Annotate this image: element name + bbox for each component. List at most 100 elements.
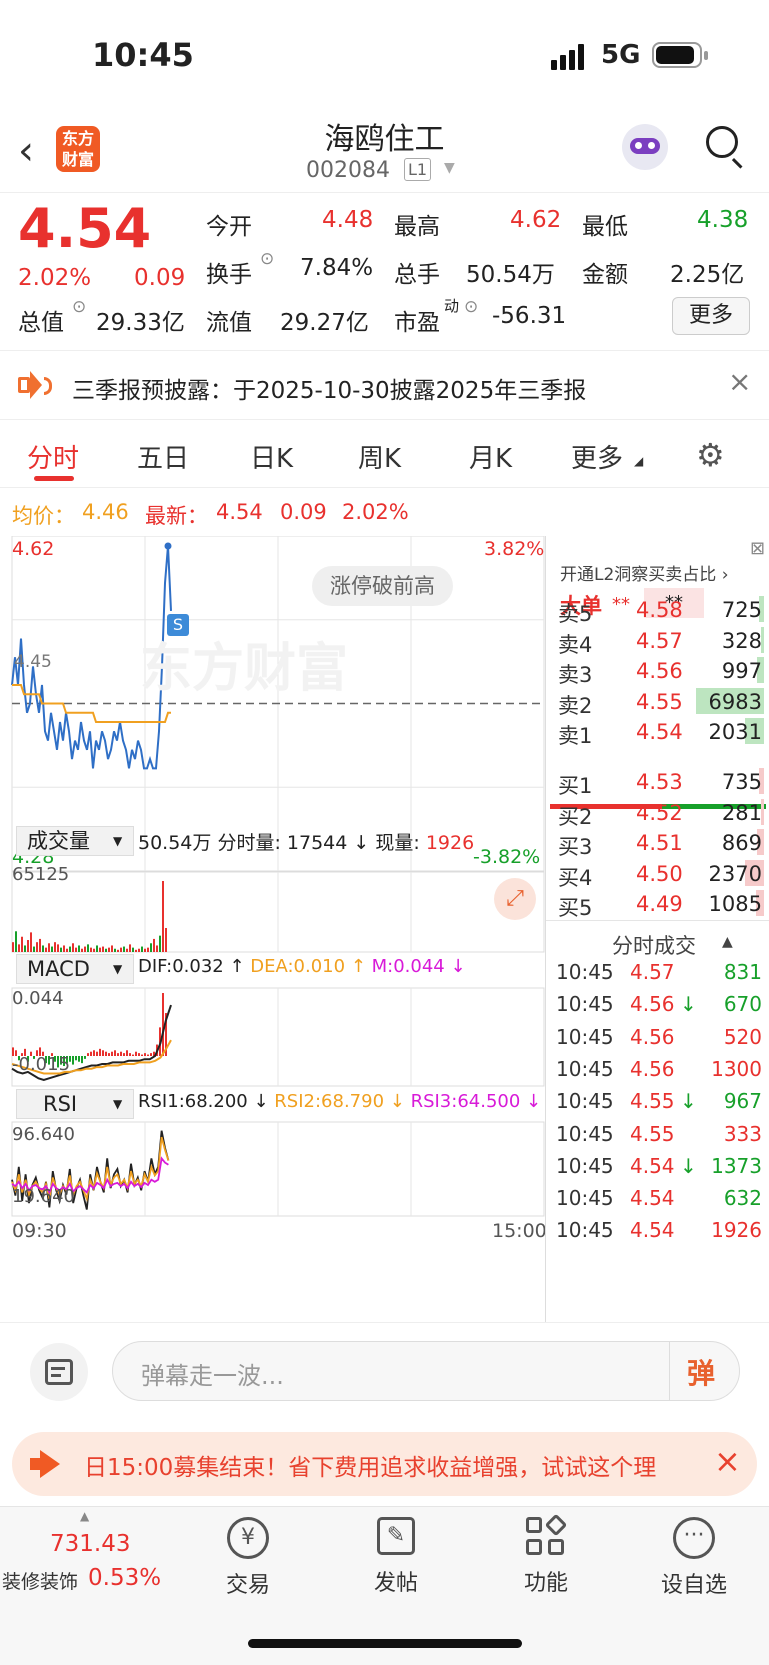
level-badge[interactable]: L1 xyxy=(404,158,432,181)
nav-trade[interactable]: ¥ 交易 xyxy=(188,1517,308,1599)
volume-bar xyxy=(48,943,50,952)
level-price: 4.52 xyxy=(636,800,683,825)
bid-row[interactable]: 买4 4.50 2370 xyxy=(546,858,769,890)
close-icon[interactable]: ⊠ xyxy=(750,538,765,559)
tick-price: 4.55 xyxy=(630,1121,675,1146)
tick-row: 10:45 4.54 632 xyxy=(546,1182,769,1216)
tab-more[interactable]: 更多 xyxy=(571,438,623,475)
macd-stats: DIF:0.032 ↑ DEA:0.010 ↑ M:0.044 ↓ xyxy=(138,956,466,977)
robot-assistant-icon[interactable] xyxy=(622,124,668,170)
tick-volume: 831 xyxy=(723,960,762,984)
volume-bar xyxy=(108,947,110,952)
rsi-stats: RSI1:68.200 ↓ RSI2:68.790 ↓ RSI3:64.500 … xyxy=(138,1091,542,1112)
volume-label: 总手 xyxy=(394,262,440,288)
order-book: 开通L2洞察买卖占比 › ⊠ 大单 ** ** 卖5 4.58 725 卖4 4.57 3… xyxy=(545,536,769,1322)
low-label: 最低 xyxy=(582,214,628,240)
signal-icon xyxy=(551,44,589,70)
apps-icon xyxy=(526,1513,568,1557)
ad-banner[interactable]: 日15:00募集结束！省下费用追求收益增强，试试这个理 × xyxy=(12,1432,757,1496)
tab-intraday[interactable]: 分时 xyxy=(27,438,79,475)
volume-bar xyxy=(156,945,158,952)
l2-promo-link[interactable]: 开通L2洞察买卖占比 › xyxy=(560,560,729,585)
ask-row[interactable]: 卖1 4.54 2031 xyxy=(546,716,769,748)
tick-row: 10:45 4.55 ↓ 967 xyxy=(546,1085,769,1119)
nav-post[interactable]: ✎ 发帖 xyxy=(336,1517,456,1597)
macd-bar xyxy=(150,1053,152,1056)
notice-bar[interactable]: 三季报预披露：于2025-10-30披露2025年三季报 × xyxy=(0,350,769,420)
bid-row[interactable]: 买5 4.49 1085 xyxy=(546,888,769,920)
level-volume: 6983 xyxy=(708,689,762,714)
period-volume-label: 分时量: xyxy=(217,832,281,854)
tab-weekly-k[interactable]: 周K xyxy=(358,438,401,475)
level-volume: 2370 xyxy=(708,861,762,886)
ask-row[interactable]: 卖4 4.57 328 xyxy=(546,625,769,657)
info-icon[interactable]: ⊙ xyxy=(72,297,86,317)
nav-watchlist[interactable]: ··· 设自选 xyxy=(634,1517,754,1599)
tab-daily-k[interactable]: 日K xyxy=(250,438,293,475)
tick-row: 10:45 4.54 ↓ 1373 xyxy=(546,1150,769,1184)
bid-row[interactable]: 买2 4.52 281 xyxy=(546,797,769,829)
macd-indicator-select[interactable]: MACD ▼ xyxy=(16,954,134,984)
macd-bar xyxy=(117,1053,119,1056)
nav-watchlist-label: 设自选 xyxy=(660,1573,727,1598)
rsi1: RSI1:68.200 xyxy=(138,1091,248,1112)
rsi-indicator-select[interactable]: RSI ▼ xyxy=(16,1089,134,1119)
ask-row[interactable]: 卖2 4.55 6983 xyxy=(546,686,769,718)
rsi2: RSI2:68.790 xyxy=(274,1091,385,1112)
level-price: 4.57 xyxy=(636,628,683,653)
macd-bar xyxy=(114,1050,116,1056)
volume-total: 50.54万 xyxy=(138,832,212,854)
index-value[interactable]: 731.43 xyxy=(50,1531,130,1557)
tick-row: 10:45 4.54 1926 xyxy=(546,1214,769,1248)
volume-bar xyxy=(72,943,74,952)
more-icon: ··· xyxy=(673,1517,715,1559)
nav-apps[interactable]: 功能 xyxy=(486,1513,606,1597)
home-indicator xyxy=(248,1639,522,1648)
volume-indicator-select[interactable]: 成交量 ▼ xyxy=(16,826,134,856)
volume-select-label: 成交量 xyxy=(27,829,90,853)
tick-row: 10:45 4.57 831 xyxy=(546,956,769,990)
volume-bar xyxy=(45,947,47,952)
intraday-chart[interactable]: 4.62 3.82% 4.28 -3.82% 4.45 东方财富 涨停破前高 S… xyxy=(0,536,547,1322)
signal-s-badge[interactable]: S xyxy=(167,614,189,636)
index-name[interactable]: 装修装饰 xyxy=(2,1567,78,1594)
volume-bar xyxy=(117,949,119,952)
tick-time: 10:45 xyxy=(556,1024,614,1049)
danmaku-input[interactable]: 弹幕走一波... 弹 xyxy=(112,1341,740,1401)
macd-bottom-label: -0.015 xyxy=(12,1054,71,1075)
settings-gear-icon[interactable]: ⚙ xyxy=(696,436,725,474)
pe-value: -56.31 xyxy=(492,303,567,329)
tab-monthly-k[interactable]: 月K xyxy=(469,438,512,475)
expand-icon[interactable]: ⤢ xyxy=(494,878,536,920)
bid-row[interactable]: 买3 4.51 869 xyxy=(546,827,769,859)
time-start-label: 09:30 xyxy=(12,1220,67,1242)
danmaku-send-button[interactable]: 弹 xyxy=(687,1352,715,1392)
tick-price: 4.54 xyxy=(630,1153,675,1178)
nav-post-label: 发帖 xyxy=(373,1571,418,1596)
level-volume: 2031 xyxy=(708,720,762,744)
info-icon[interactable]: ⊙ xyxy=(464,297,478,317)
info-icon[interactable]: ⊙ xyxy=(260,249,274,269)
last-value: 4.54 xyxy=(216,500,263,524)
volume-bar xyxy=(102,946,104,952)
tab-five-day[interactable]: 五日 xyxy=(137,438,189,475)
search-icon[interactable] xyxy=(706,126,744,169)
level-price: 4.58 xyxy=(636,598,683,622)
close-icon[interactable]: × xyxy=(714,1442,741,1480)
tick-volume: 1373 xyxy=(711,1153,762,1178)
volume-bar xyxy=(81,948,83,952)
caret-icon: ◢ xyxy=(634,454,644,468)
bid-row[interactable]: 买1 4.53 735 xyxy=(546,766,769,798)
more-button[interactable]: 更多 xyxy=(672,297,750,335)
level-volume: 869 xyxy=(721,831,762,855)
tick-time: 10:45 xyxy=(556,992,614,1017)
comment-list-icon[interactable] xyxy=(30,1343,88,1401)
dropdown-icon[interactable]: ▼ xyxy=(444,160,455,176)
macd-bar xyxy=(84,1056,86,1059)
ask-row[interactable]: 卖5 4.58 725 xyxy=(546,594,769,626)
index-percent[interactable]: 0.53% xyxy=(88,1565,161,1591)
ask-row[interactable]: 卖3 4.56 997 xyxy=(546,655,769,687)
stock-code: 002084 xyxy=(306,158,390,183)
close-icon[interactable]: × xyxy=(728,365,751,398)
limit-up-badge[interactable]: 涨停破前高 xyxy=(312,566,453,606)
